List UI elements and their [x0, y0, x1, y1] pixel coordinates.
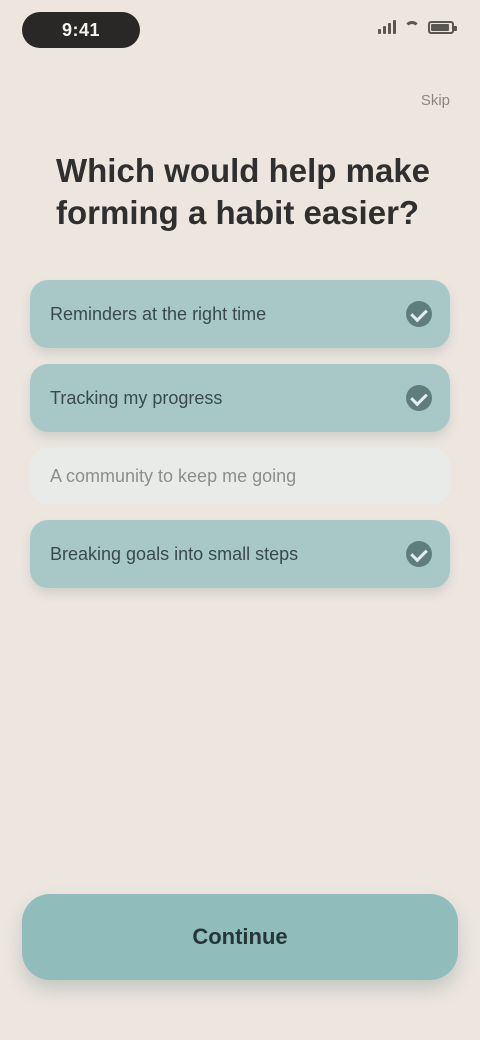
check-circle-icon [406, 301, 432, 327]
status-time: 9:41 [22, 12, 140, 48]
option-label: Tracking my progress [50, 387, 223, 408]
option-item[interactable]: A community to keep me going [30, 448, 450, 504]
continue-button[interactable]: Continue [22, 894, 458, 980]
option-label: Breaking goals into small steps [50, 543, 299, 564]
wifi-icon [404, 21, 420, 33]
option-item[interactable]: Tracking my progress [30, 364, 450, 432]
battery-icon [428, 20, 457, 34]
option-item[interactable]: Reminders at the right time [30, 280, 450, 348]
question-title: Which would help make forming a habit ea… [56, 152, 431, 231]
status-icons [378, 20, 457, 34]
option-label: Reminders at the right time [50, 303, 267, 324]
status-bar: 9:41 [0, 0, 480, 64]
check-circle-icon [406, 385, 432, 411]
options-list: Reminders at the right time Tracking my … [30, 280, 450, 588]
signal-icon [378, 20, 396, 34]
option-item[interactable]: Breaking goals into small steps [30, 520, 450, 588]
skip-button[interactable]: Skip [421, 92, 450, 109]
check-circle-icon [406, 541, 432, 567]
option-label: A community to keep me going [50, 465, 297, 486]
